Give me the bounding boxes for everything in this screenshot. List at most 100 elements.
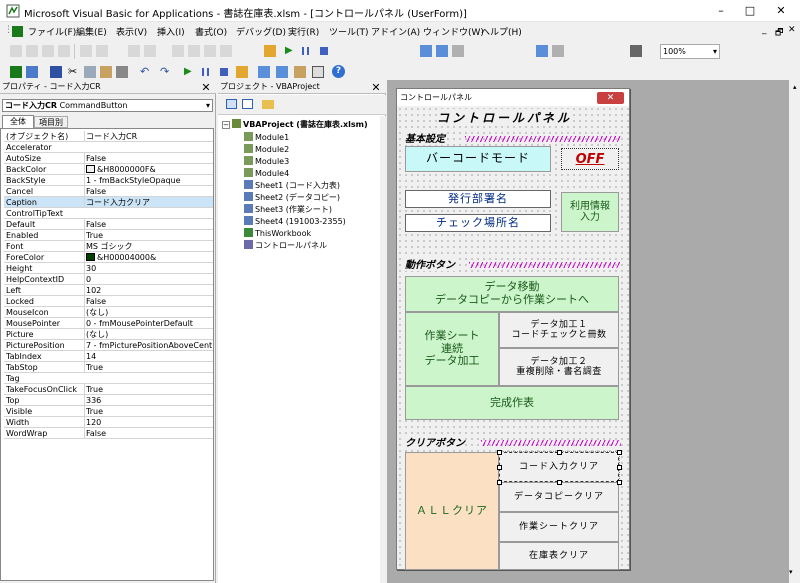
property-row[interactable]: Font MS ゴシック xyxy=(4,241,213,252)
find-icon[interactable] xyxy=(116,66,128,78)
code-clear-button[interactable]: コード入力クリア xyxy=(498,451,620,483)
project-close-icon[interactable]: ✕ xyxy=(370,82,382,94)
userform-close-icon[interactable]: ✕ xyxy=(597,92,624,104)
undo-icon[interactable]: ↶ xyxy=(140,65,149,78)
property-row[interactable]: Accelerator xyxy=(4,142,213,153)
scroll-down-icon[interactable]: ▾ xyxy=(789,568,793,576)
redo-icon[interactable]: ↷ xyxy=(160,65,169,78)
property-value[interactable]: (なし) xyxy=(84,307,212,317)
resize-handle[interactable] xyxy=(557,450,562,455)
property-row[interactable]: PicturePosition 7 - fmPicturePositionAbov… xyxy=(4,340,213,351)
toggle-folders-icon[interactable] xyxy=(262,100,274,109)
pause-icon[interactable] xyxy=(302,47,309,55)
property-row[interactable]: Default False xyxy=(4,219,213,230)
view-code-icon[interactable] xyxy=(226,99,237,109)
tree-root[interactable]: − VBAProject (書誌在庫表.xlsm) xyxy=(222,119,368,130)
property-value[interactable]: 7 - fmPicturePositionAboveCenter xyxy=(84,340,212,350)
property-row[interactable]: ForeColor &H00004000& xyxy=(4,252,213,263)
property-row[interactable]: Caption コード入力クリア xyxy=(4,197,213,208)
design-icon[interactable] xyxy=(236,66,248,78)
property-row[interactable]: (オブジェクト名) コード入力CR xyxy=(4,131,213,142)
tree-node[interactable]: Module4 xyxy=(244,168,289,178)
complete-button[interactable]: 完成作表 xyxy=(405,386,619,420)
property-row[interactable]: Height 30 xyxy=(4,263,213,274)
property-value[interactable]: True xyxy=(84,406,212,416)
property-row[interactable]: TakeFocusOnClick True xyxy=(4,384,213,395)
properties-icon[interactable] xyxy=(276,66,288,78)
menu-view[interactable]: 表示(V) xyxy=(116,25,147,38)
property-row[interactable]: Left 102 xyxy=(4,285,213,296)
tree-node[interactable]: ThisWorkbook xyxy=(244,228,311,238)
property-value[interactable]: 0 xyxy=(84,274,212,284)
object-select[interactable]: コード入力CR CommandButton ▾ xyxy=(2,99,213,112)
zoom-icon[interactable] xyxy=(630,45,642,57)
property-value[interactable]: True xyxy=(84,384,212,394)
tab-alphabetic[interactable]: 全体 xyxy=(2,115,34,128)
property-row[interactable]: Top 336 xyxy=(4,395,213,406)
sheet-link-button[interactable]: 作業シート 連続 データ加工 xyxy=(405,312,499,386)
menu-file[interactable]: ファイル(F) xyxy=(28,25,76,38)
property-row[interactable]: AutoSize False xyxy=(4,153,213,164)
scroll-up-icon[interactable]: ▴ xyxy=(793,83,797,91)
tree-node[interactable]: Module2 xyxy=(244,144,289,154)
property-value[interactable]: False xyxy=(84,219,212,229)
view-object-icon[interactable] xyxy=(242,99,253,109)
copy-icon[interactable] xyxy=(84,66,96,78)
run-icon[interactable]: ▶ xyxy=(285,45,293,56)
align-icon[interactable] xyxy=(128,45,140,57)
outdent-icon[interactable] xyxy=(96,45,108,57)
mdi-restore-button[interactable]: 🗗 xyxy=(775,25,783,41)
property-row[interactable]: BackStyle 1 - fmBackStyleOpaque xyxy=(4,175,213,186)
tree-node[interactable]: Sheet3 (作業シート) xyxy=(244,204,332,215)
barcode-mode-button[interactable]: バーコードモード xyxy=(405,146,551,172)
property-row[interactable]: Tag xyxy=(4,373,213,384)
project-scrollbar[interactable] xyxy=(380,116,386,583)
object-browser-icon-2[interactable] xyxy=(294,66,306,78)
data-move-button[interactable]: データ移動 データコピーから作業シートへ xyxy=(405,276,619,312)
property-row[interactable]: Locked False xyxy=(4,296,213,307)
tab-categorized[interactable]: 項目別 xyxy=(34,116,68,128)
property-value[interactable]: 14 xyxy=(84,351,212,361)
resize-handle[interactable] xyxy=(617,480,622,485)
property-value[interactable]: False xyxy=(84,153,212,163)
worksheet-clear-button[interactable]: 作業シートクリア xyxy=(499,512,619,542)
properties-close-icon[interactable]: ✕ xyxy=(200,82,212,94)
zoom-select[interactable]: 100% ▾ xyxy=(660,44,720,59)
excel-icon[interactable] xyxy=(12,26,23,37)
property-value[interactable]: 1 - fmBackStyleOpaque xyxy=(84,175,212,185)
mdi-close-button[interactable]: ✕ xyxy=(788,25,796,35)
send-back-icon[interactable] xyxy=(26,45,38,57)
tree-node[interactable]: Module1 xyxy=(244,132,289,142)
property-row[interactable]: WordWrap False xyxy=(4,428,213,439)
break-icon[interactable] xyxy=(202,68,209,76)
designer-scrollbar[interactable] xyxy=(789,80,800,583)
check-place-field[interactable]: チェック場所名 xyxy=(405,214,551,232)
property-value[interactable]: 102 xyxy=(84,285,212,295)
tree-node[interactable]: Sheet2 (データコピー) xyxy=(244,192,340,203)
menu-debug[interactable]: デバッグ(D) xyxy=(236,25,286,38)
user-info-button[interactable]: 利用情報 入力 xyxy=(561,192,619,232)
insert-userform-icon[interactable] xyxy=(26,66,38,78)
property-row[interactable]: TabIndex 14 xyxy=(4,351,213,362)
resize-handle[interactable] xyxy=(557,480,562,485)
group-icon[interactable] xyxy=(42,45,54,57)
minimize-button[interactable]: – xyxy=(706,0,736,22)
property-value[interactable]: &H00004000& xyxy=(84,252,212,262)
mdi-minimize-button[interactable]: _ xyxy=(762,25,767,35)
property-row[interactable]: Width 120 xyxy=(4,417,213,428)
cut-icon[interactable]: ✂ xyxy=(68,65,77,78)
property-value[interactable]: MS ゴシック xyxy=(84,241,212,251)
all-clear-button[interactable]: ＡＬＬクリア xyxy=(405,452,499,570)
paste-icon[interactable] xyxy=(100,66,112,78)
property-value[interactable]: (なし) xyxy=(84,329,212,339)
tree-node[interactable]: Sheet4 (191003-2355) xyxy=(244,216,346,226)
property-row[interactable]: MousePointer 0 - fmMousePointerDefault xyxy=(4,318,213,329)
resize-handle[interactable] xyxy=(617,450,622,455)
property-row[interactable]: MouseIcon (なし) xyxy=(4,307,213,318)
project-explorer-icon[interactable] xyxy=(258,66,270,78)
property-row[interactable]: Picture (なし) xyxy=(4,329,213,340)
property-row[interactable]: Enabled True xyxy=(4,230,213,241)
datacopy-clear-button[interactable]: データコピークリア xyxy=(499,482,619,512)
property-row[interactable]: Cancel False xyxy=(4,186,213,197)
property-row[interactable]: BackColor &H8000000F& xyxy=(4,164,213,175)
